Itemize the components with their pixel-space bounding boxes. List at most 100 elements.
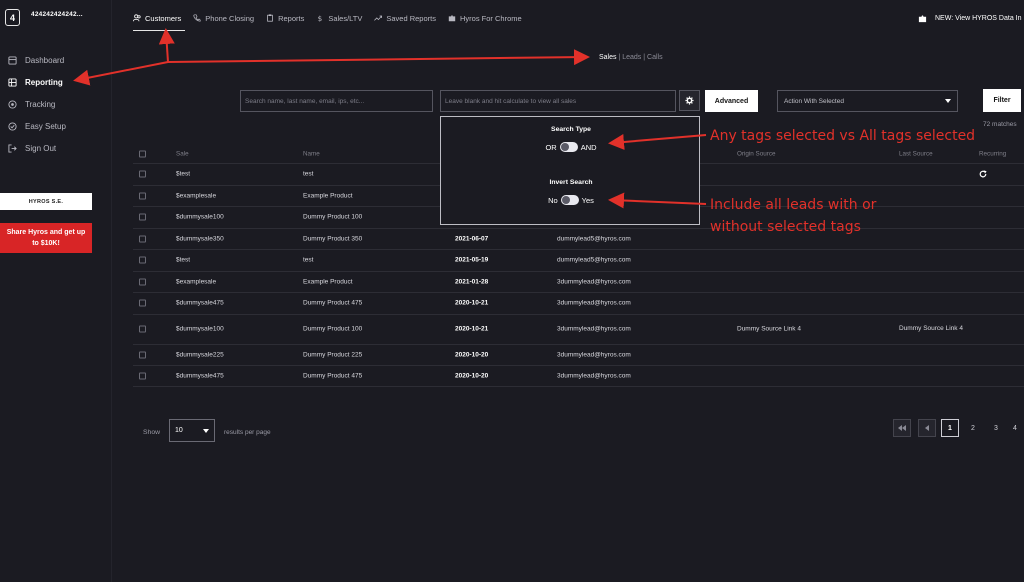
row-checkbox[interactable] [139, 278, 146, 286]
cell-date: 2021-06-07 [455, 235, 489, 243]
cell-email[interactable]: 3dummylead@hyros.com [557, 326, 631, 333]
subnav-sales[interactable]: Sales [599, 54, 617, 61]
page-1[interactable]: 1 [941, 419, 959, 437]
cell-email[interactable]: 3dummylead@hyros.com [557, 300, 631, 307]
page-4[interactable]: 4 [1006, 419, 1024, 437]
table-row[interactable]: $test test 2021-05-19 dummylead5@hyros.c… [133, 249, 1024, 271]
cell-email[interactable]: dummylead5@hyros.com [557, 257, 631, 264]
header-sale[interactable]: Sale [176, 151, 189, 158]
sidebar-item-label: Tracking [25, 100, 56, 109]
cell-email[interactable]: 3dummylead@hyros.com [557, 351, 631, 358]
row-checkbox[interactable] [139, 299, 146, 307]
table-row[interactable]: $dummysale475 Dummy Product 475 2020-10-… [133, 365, 1024, 387]
advanced-search-popup: Search Type OR AND Invert Search No Yes [440, 116, 700, 225]
row-checkbox[interactable] [139, 213, 146, 221]
hyros-se-badge[interactable]: HYROS S.E. [0, 193, 92, 210]
sidebar-item-label: Reporting [25, 78, 63, 87]
sidebar-item-sign-out[interactable]: Sign Out [8, 144, 56, 153]
cell-email[interactable]: 3dummylead@hyros.com [557, 278, 631, 285]
active-tab-underline [133, 30, 185, 31]
cell-date: 2021-05-19 [455, 256, 489, 264]
action-select-label: Action With Selected [784, 97, 844, 105]
cell-name: Example Product [303, 278, 353, 286]
page-2[interactable]: 2 [964, 419, 982, 437]
sidebar-item-reporting[interactable]: Reporting [8, 78, 63, 87]
users-icon [133, 14, 141, 22]
row-checkbox[interactable] [139, 325, 146, 333]
cell-email[interactable]: dummylead5@hyros.com [557, 235, 631, 242]
header-name[interactable]: Name [303, 151, 320, 158]
phone-icon [193, 14, 201, 22]
search-type-title: Search Type [551, 126, 591, 133]
table-row[interactable]: $dummysale225 Dummy Product 225 2020-10-… [133, 343, 1024, 366]
table-row[interactable]: $examplesale Example Product 2021-01-28 … [133, 270, 1024, 293]
cell-sale: $dummysale350 [176, 235, 224, 243]
table-row[interactable]: $dummysale350 Dummy Product 350 2021-06-… [133, 227, 1024, 250]
prev-page-button[interactable] [918, 419, 936, 437]
share-promo-button[interactable]: Share Hyros and get up to $10K! [0, 223, 92, 253]
results-per-page-label: results per page [224, 429, 271, 436]
cell-name: Dummy Product 225 [303, 351, 363, 359]
subnav-calls[interactable]: Calls [647, 54, 663, 61]
sidebar-item-easy-setup[interactable]: Easy Setup [8, 122, 66, 131]
page-3[interactable]: 3 [987, 419, 1005, 437]
per-page-value: 10 [175, 427, 183, 434]
cell-name: Dummy Product 100 [303, 213, 363, 221]
first-page-button[interactable] [893, 419, 911, 437]
account-name[interactable]: 424242424242... [31, 11, 83, 18]
search-input[interactable]: Search name, last name, email, ips, etc.… [240, 90, 433, 112]
subnav-leads[interactable]: Leads [622, 54, 641, 61]
setup-icon [8, 122, 17, 131]
no-label: No [548, 195, 558, 205]
filter-button[interactable]: Filter [983, 89, 1021, 112]
row-checkbox[interactable] [139, 192, 146, 200]
cell-name: Dummy Product 350 [303, 235, 363, 243]
action-select[interactable]: Action With Selected [777, 90, 958, 112]
report-type-switcher: Sales | Leads | Calls [599, 54, 663, 61]
tab-saved-reports[interactable]: Saved Reports [374, 12, 436, 24]
recurring-icon [979, 170, 987, 178]
invert-search-toggle[interactable] [560, 195, 579, 205]
sidebar-item-dashboard[interactable]: Dashboard [8, 56, 64, 65]
tab-reports[interactable]: Reports [266, 12, 304, 24]
tab-hyros-for-chrome[interactable]: Hyros For Chrome [448, 12, 522, 24]
table-row[interactable]: $dummysale100 Dummy Product 100 2020-10-… [133, 313, 1024, 344]
row-checkbox[interactable] [139, 256, 146, 264]
row-checkbox[interactable] [139, 372, 146, 380]
select-all-checkbox[interactable] [139, 150, 146, 158]
cell-email[interactable]: 3dummylead@hyros.com [557, 372, 631, 379]
row-checkbox[interactable] [139, 170, 146, 178]
row-checkbox[interactable] [139, 351, 146, 359]
puzzle-icon [918, 15, 927, 23]
header-recurring[interactable]: Recurring [979, 151, 1006, 158]
cell-sale: $examplesale [176, 278, 217, 286]
tab-phone-closing[interactable]: Phone Closing [193, 12, 254, 24]
cell-name: Dummy Product 475 [303, 372, 363, 380]
cell-sale: $dummysale100 [176, 213, 224, 221]
cell-sale: $test [176, 256, 191, 264]
tab-sales-ltv[interactable]: $ Sales/LTV [316, 12, 362, 24]
double-chevron-left-icon [898, 425, 906, 431]
per-page-select[interactable]: 10 [169, 419, 215, 442]
sidebar: 4 424242424242... Dashboard Reporting Tr… [0, 0, 112, 582]
table-row[interactable]: $dummysale475 Dummy Product 475 2020-10-… [133, 292, 1024, 314]
row-checkbox[interactable] [139, 235, 146, 243]
sidebar-item-tracking[interactable]: Tracking [8, 100, 55, 109]
account-logo[interactable]: 4 [5, 9, 20, 26]
calculate-input[interactable]: Leave blank and hit calculate to view al… [440, 90, 676, 112]
header-last-source[interactable]: Last Source [899, 151, 933, 158]
settings-button[interactable] [679, 90, 700, 111]
sign-out-icon [8, 144, 17, 153]
cell-date: 2020-10-20 [455, 351, 489, 359]
tab-customers[interactable]: Customers [133, 12, 181, 24]
yes-label: Yes [581, 195, 594, 205]
cell-sale: $test [176, 170, 191, 178]
tab-label: Hyros For Chrome [460, 13, 522, 23]
search-type-toggle[interactable] [559, 142, 578, 152]
tab-label: Customers [145, 13, 182, 23]
new-feature-banner[interactable]: NEW: View HYROS Data In [918, 14, 1022, 23]
advanced-button[interactable]: Advanced [705, 90, 758, 112]
header-origin-source[interactable]: Origin Source [737, 151, 776, 158]
cell-name: test [303, 256, 314, 264]
cell-name: test [303, 170, 314, 178]
